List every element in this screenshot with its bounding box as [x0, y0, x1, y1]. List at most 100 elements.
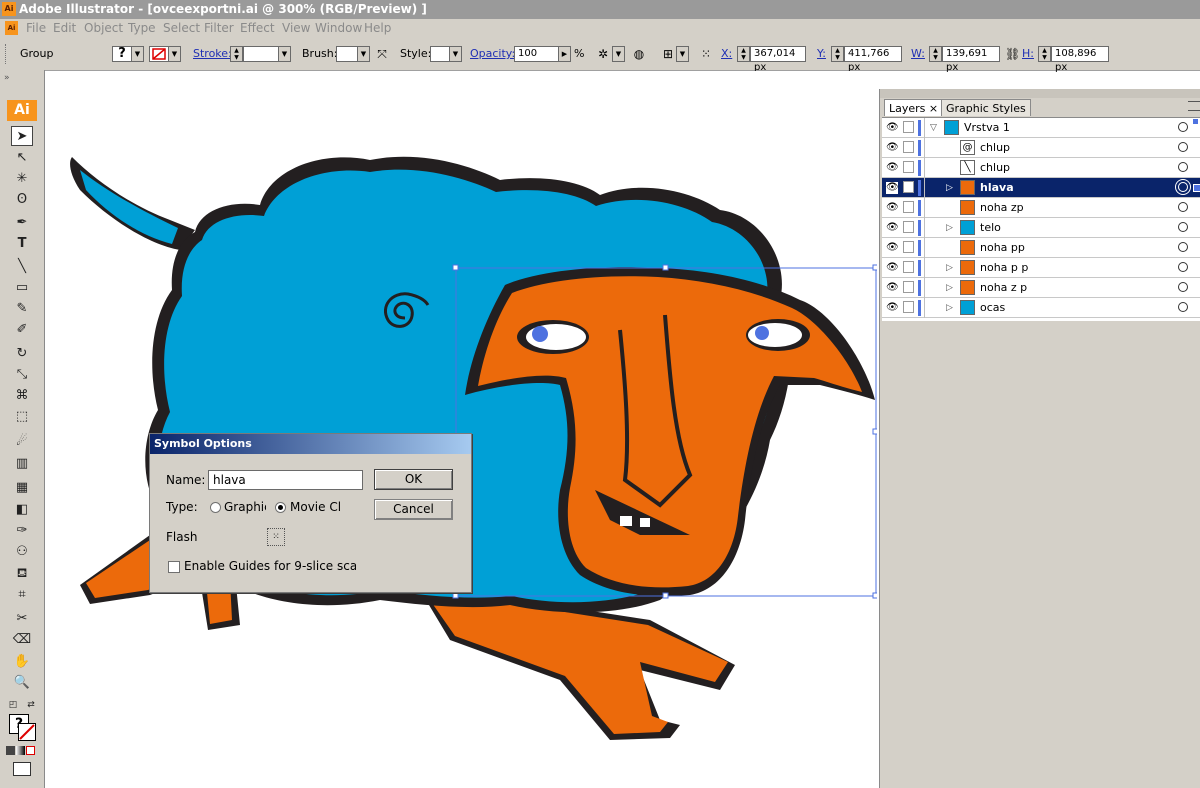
- gradient-tool-icon[interactable]: ◧: [11, 500, 33, 520]
- artboard-canvas[interactable]: [45, 71, 877, 788]
- stroke-label[interactable]: Stroke:: [193, 47, 232, 60]
- tab-close-icon[interactable]: ×: [929, 102, 938, 115]
- rotate-tool-icon[interactable]: ↻: [11, 344, 33, 364]
- x-spinner[interactable]: ▲ ▼: [737, 46, 750, 62]
- panel-menu-icon[interactable]: [1188, 101, 1200, 111]
- brush-options-icon[interactable]: ⤧: [373, 46, 391, 62]
- align-dropdown-icon[interactable]: ▼: [676, 46, 689, 62]
- magic-wand-tool-icon[interactable]: ✳: [11, 169, 33, 189]
- pen-tool-icon[interactable]: ✒: [11, 213, 33, 233]
- lock-toggle[interactable]: [903, 121, 914, 133]
- menu-file[interactable]: File: [26, 21, 46, 35]
- hand-tool-icon[interactable]: ✋: [11, 652, 33, 672]
- enable-guides-label[interactable]: Enable Guides for 9-slice scali: [184, 559, 356, 573]
- enable-guides-checkbox[interactable]: [168, 561, 180, 573]
- target-icon[interactable]: [1178, 202, 1188, 212]
- brush-swatch[interactable]: [336, 46, 358, 62]
- symbol-name-input[interactable]: [208, 470, 363, 490]
- cancel-button[interactable]: Cancel: [374, 499, 453, 520]
- lock-toggle[interactable]: [903, 181, 914, 193]
- align-icon[interactable]: ⊞: [659, 46, 677, 62]
- lock-toggle[interactable]: [903, 141, 914, 153]
- layer-name[interactable]: Vrstva 1: [964, 121, 1010, 134]
- layer-row[interactable]: 👁 @ chlup: [882, 138, 1200, 158]
- visibility-eye-icon[interactable]: 👁: [886, 282, 899, 294]
- visibility-eye-icon[interactable]: 👁: [886, 222, 899, 234]
- expand-arrow-icon[interactable]: ▷: [946, 302, 956, 314]
- eraser-tool-icon[interactable]: ⌫: [11, 630, 33, 650]
- fill-dropdown-icon[interactable]: ▼: [131, 46, 144, 62]
- stroke-weight-input[interactable]: [243, 46, 279, 62]
- expand-arrow-icon[interactable]: ▷: [946, 182, 956, 194]
- stroke-dropdown-icon[interactable]: ▼: [168, 46, 181, 62]
- tab-layers[interactable]: Layers ×: [884, 99, 944, 116]
- target-icon[interactable]: [1178, 122, 1188, 132]
- lock-toggle[interactable]: [903, 201, 914, 213]
- blend-tool-icon[interactable]: ⚇: [11, 542, 33, 562]
- stroke-swatch[interactable]: [149, 46, 169, 62]
- zoom-tool-icon[interactable]: 🔍: [11, 673, 33, 693]
- target-icon[interactable]: [1178, 182, 1188, 192]
- fill-swatch[interactable]: ?: [112, 46, 132, 62]
- sheep-artwork[interactable]: [45, 71, 877, 788]
- target-icon[interactable]: [1178, 142, 1188, 152]
- layer-row[interactable]: 👁 ▽ Vrstva 1: [882, 118, 1200, 138]
- stroke-weight-spinner[interactable]: ▲ ▼: [230, 46, 243, 62]
- brush-dropdown-icon[interactable]: ▼: [357, 46, 370, 62]
- lock-toggle[interactable]: [903, 161, 914, 173]
- style-dropdown-icon[interactable]: ▼: [449, 46, 462, 62]
- y-input[interactable]: 411,766 px: [844, 46, 902, 73]
- w-input[interactable]: 139,691 px: [942, 46, 1000, 73]
- h-label[interactable]: H:: [1022, 47, 1034, 60]
- layer-row[interactable]: 👁 ╲ chlup: [882, 158, 1200, 178]
- stroke-color-icon[interactable]: [18, 723, 36, 741]
- menu-edit[interactable]: Edit: [53, 21, 76, 35]
- layer-name[interactable]: chlup: [980, 141, 1010, 154]
- visibility-eye-icon[interactable]: 👁: [886, 182, 899, 194]
- target-icon[interactable]: [1178, 302, 1188, 312]
- expand-arrow-icon[interactable]: ▷: [946, 262, 956, 274]
- style-swatch[interactable]: [430, 46, 450, 62]
- w-spinner[interactable]: ▲ ▼: [929, 46, 942, 62]
- selection-indicator[interactable]: [1193, 184, 1200, 192]
- grip-handle[interactable]: [5, 44, 8, 64]
- y-spinner[interactable]: ▲ ▼: [831, 46, 844, 62]
- layer-row[interactable]: 👁 noha zp: [882, 198, 1200, 218]
- menu-type[interactable]: Type: [128, 21, 156, 35]
- visibility-eye-icon[interactable]: 👁: [886, 142, 899, 154]
- graph-tool-icon[interactable]: ▥: [11, 454, 33, 474]
- layer-row[interactable]: 👁 ▷ noha p p: [882, 258, 1200, 278]
- layer-name[interactable]: hlava: [980, 181, 1014, 194]
- layer-name[interactable]: noha p p: [980, 261, 1028, 274]
- lasso-tool-icon[interactable]: ʘ: [11, 190, 33, 210]
- type-tool-icon[interactable]: T: [11, 234, 33, 254]
- slice-tool-icon[interactable]: ✂: [11, 609, 33, 629]
- free-transform-tool-icon[interactable]: ⬚: [11, 407, 33, 427]
- pencil-tool-icon[interactable]: ✐: [11, 320, 33, 340]
- visibility-eye-icon[interactable]: 👁: [886, 242, 899, 254]
- layer-row[interactable]: 👁 ▷ noha z p: [882, 278, 1200, 298]
- paintbrush-tool-icon[interactable]: ✎: [11, 299, 33, 319]
- recolor-artwork-icon[interactable]: ✲: [594, 46, 612, 62]
- layer-name[interactable]: chlup: [980, 161, 1010, 174]
- layer-row[interactable]: 👁 ▷ ocas: [882, 298, 1200, 318]
- eyedropper-tool-icon[interactable]: ✑: [11, 521, 33, 541]
- registration-point-icon[interactable]: ⁙: [267, 528, 285, 546]
- constrain-proportions-icon[interactable]: ⛓: [1005, 46, 1020, 62]
- live-paint-selection-tool-icon[interactable]: ⌗: [11, 585, 33, 605]
- target-icon[interactable]: [1178, 162, 1188, 172]
- default-colors-icon[interactable]: ◰: [6, 695, 20, 715]
- y-label[interactable]: Y:: [817, 47, 826, 60]
- layer-name[interactable]: ocas: [980, 301, 1005, 314]
- rectangle-tool-icon[interactable]: ▭: [11, 278, 33, 298]
- lock-toggle[interactable]: [903, 261, 914, 273]
- x-label[interactable]: X:: [721, 47, 732, 60]
- layer-row[interactable]: 👁 ▷ telo: [882, 218, 1200, 238]
- warp-tool-icon[interactable]: ⌘: [11, 386, 33, 406]
- opacity-arrow-icon[interactable]: ▶: [558, 46, 571, 62]
- reference-point-icon[interactable]: ⁙: [697, 46, 715, 62]
- color-mode-icon[interactable]: [6, 746, 15, 755]
- menu-view[interactable]: View: [282, 21, 310, 35]
- menu-effect[interactable]: Effect: [240, 21, 275, 35]
- ok-button[interactable]: OK: [374, 469, 453, 490]
